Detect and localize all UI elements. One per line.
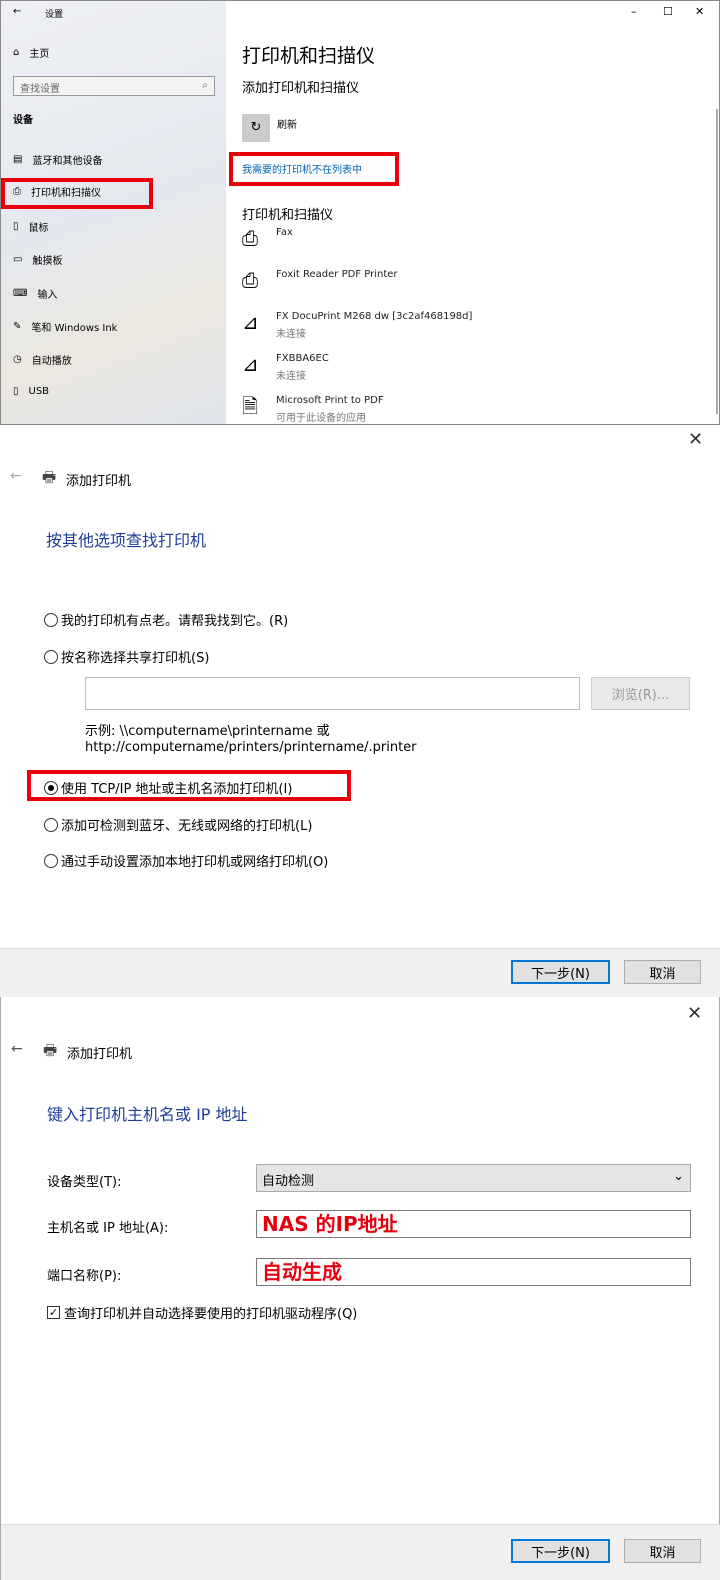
refresh-icon: ↻ [250,120,262,135]
mouse-icon: ▯ [13,221,19,232]
port-label: 端口名称(P): [47,1269,122,1284]
nav-item-pen[interactable]: ✎ 笔和 Windows Ink [13,319,117,334]
radio [44,817,58,832]
search-input[interactable]: 查找设置 ⌕ [13,76,215,96]
back-icon[interactable]: ← [11,1041,23,1057]
refresh-button[interactable]: ↻ [242,114,270,142]
printer-item[interactable]: 🗎 Microsoft Print to PDF 可用于此设备的应用 [242,395,384,424]
add-printer-dialog-options: ✕ ← 🖶 添加打印机 按其他选项查找打印机 我的打印机有点老。请帮我找到它。(… [0,425,720,997]
window-title: 设置 [45,10,64,20]
option-tcpip[interactable]: 使用 TCP/IP 地址或主机名添加打印机(I) [44,778,292,797]
dialog-heading: 按其他选项查找打印机 [46,531,207,550]
host-input[interactable]: NAS 的IP地址 [256,1210,691,1238]
dialog-footer: 下一步(N) 取消 [1,1524,720,1580]
section-title: 设备 [13,115,33,126]
highlight-box [1,178,153,209]
printer-item[interactable]: ⊿ FX DocuPrint M268 dw [3c2af468198d] 未连接 [242,311,472,340]
refresh-label: 刷新 [277,120,297,131]
maximize-button[interactable]: ☐ [663,5,673,18]
option-shared-by-name[interactable]: 按名称选择共享打印机(S) [44,647,209,666]
device-type-label: 设备类型(T): [47,1175,122,1190]
printer-item[interactable]: ⎙ Foxit Reader PDF Printer [242,269,398,291]
browse-button[interactable]: 浏览(R)... [591,677,690,710]
example-text-1: 示例: \\computername\printername 或 [85,724,330,739]
add-printer-dialog-ip: ✕ ← 🖶 添加打印机 键入打印机主机名或 IP 地址 设备类型(T): 自动检… [0,997,720,1580]
radio [44,853,58,868]
close-button[interactable]: ✕ [695,5,704,18]
list-heading: 打印机和扫描仪 [242,208,334,223]
nav-item-mouse[interactable]: ▯ 鼠标 [13,219,49,234]
printer-icon: ⎙ [242,268,258,292]
cancel-button[interactable]: 取消 [624,1539,701,1563]
printer-icon: 🖶 [43,1041,58,1059]
touchpad-icon: ▭ [13,254,23,265]
scanner-icon: ⊿ [242,352,259,376]
cancel-button[interactable]: 取消 [624,960,701,984]
autoplay-icon: ◷ [13,354,22,365]
dialog-footer: 下一步(N) 取消 [0,948,720,997]
nav-item-touchpad[interactable]: ▭ 触摸板 [13,252,62,267]
page-title: 打印机和扫描仪 [242,45,376,67]
scanner-icon: ⊿ [242,310,259,334]
radio-selected [44,780,58,795]
query-printer-checkbox[interactable]: ✓ 查询打印机并自动选择要使用的打印机驱动程序(Q) [47,1303,357,1322]
dialog-title: 添加打印机 [66,474,132,489]
printer-icon: ⎙ [242,226,258,250]
nav-item-bluetooth[interactable]: ▤ 蓝牙和其他设备 [13,152,102,167]
printer-not-listed-link[interactable]: 我需要的打印机不在列表中 [242,161,362,176]
printer-icon: 🖶 [42,468,57,486]
printer-item[interactable]: ⎙ Fax [242,227,293,249]
host-label: 主机名或 IP 地址(A): [47,1221,169,1236]
nav-item-input[interactable]: ⌨ 输入 [13,286,57,301]
nav-home[interactable]: ⌂ 主页 [13,45,49,60]
back-icon[interactable]: ← [13,6,21,17]
nav-item-autoplay[interactable]: ◷ 自动播放 [13,352,72,367]
dialog-heading: 键入打印机主机名或 IP 地址 [47,1105,248,1124]
pdf-printer-icon: 🗎 [242,394,259,418]
next-button[interactable]: 下一步(N) [511,1539,610,1563]
close-button[interactable]: ✕ [687,1003,702,1024]
option-manual-local[interactable]: 通过手动设置添加本地打印机或网络打印机(O) [44,851,328,870]
option-old-printer[interactable]: 我的打印机有点老。请帮我找到它。(R) [44,610,288,629]
back-icon[interactable]: ← [10,468,22,484]
port-input[interactable]: 自动生成 [256,1258,691,1286]
pen-icon: ✎ [13,321,22,332]
checkbox-checked-icon: ✓ [47,1306,60,1319]
radio [44,612,58,627]
add-heading: 添加打印机和扫描仪 [242,81,360,96]
printer-item[interactable]: ⊿ FXBBA6EC 未连接 [242,353,329,382]
option-bluetooth-wireless[interactable]: 添加可检测到蓝牙、无线或网络的打印机(L) [44,815,312,834]
example-text-2: http://computername/printers/printername… [85,740,417,755]
device-type-select[interactable]: 自动检测 ⌄ [256,1164,691,1192]
home-icon: ⌂ [13,47,20,58]
share-name-input[interactable] [85,677,580,710]
minimize-button[interactable]: – [631,5,637,18]
next-button[interactable]: 下一步(N) [511,960,610,984]
radio [44,649,58,664]
search-icon: ⌕ [202,80,208,91]
chevron-down-icon: ⌄ [673,1169,684,1184]
settings-window: ← 设置 ⌂ 主页 查找设置 ⌕ 设备 ▤ 蓝牙和其他设备 ⎙ 打印机和扫描仪 ▯ 鼠标 … [0,0,720,425]
settings-sidebar: ← 设置 ⌂ 主页 查找设置 ⌕ 设备 ▤ 蓝牙和其他设备 ⎙ 打印机和扫描仪 ▯ 鼠标 … [1,1,226,424]
keyboard-icon: ⌨ [13,288,28,299]
usb-icon: ▯ [13,386,19,397]
bluetooth-devices-icon: ▤ [13,154,23,165]
dialog-title: 添加打印机 [67,1047,133,1062]
scrollbar[interactable] [716,109,718,414]
nav-item-usb[interactable]: ▯ USB [13,386,49,397]
close-button[interactable]: ✕ [688,429,703,450]
